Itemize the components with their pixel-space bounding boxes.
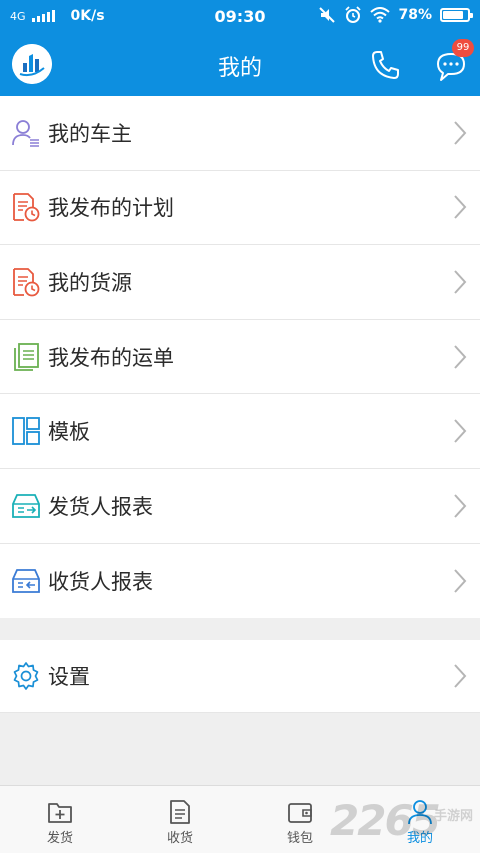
menu-item-templates[interactable]: 模板: [0, 394, 480, 469]
message-badge: 99: [452, 39, 474, 57]
menu-item-receiver-report[interactable]: 收货人报表: [0, 544, 480, 619]
menu-item-my-waybills[interactable]: 我发布的运单: [0, 320, 480, 395]
app-header: 我的 99: [0, 32, 480, 96]
mute-icon: [319, 7, 336, 23]
battery-percent: 78%: [398, 7, 432, 23]
watermark-logo: 2265: [330, 796, 441, 845]
outbox-tray-icon: [12, 493, 40, 518]
settings-item[interactable]: 设置: [0, 640, 480, 713]
chevron-right-icon: [454, 344, 467, 369]
chevron-right-icon: [454, 121, 467, 145]
template-layout-icon: [12, 417, 40, 446]
menu-item-my-plans[interactable]: 我发布的计划: [0, 171, 480, 246]
alarm-icon: [345, 6, 362, 23]
tab-label: 发货: [46, 831, 73, 846]
menu-label: 收货人报表: [48, 569, 153, 594]
menu-label: 模板: [48, 420, 90, 445]
menu-item-shipper-report[interactable]: 发货人报表: [0, 469, 480, 544]
page-title: 我的: [217, 56, 262, 81]
tab-ship[interactable]: 发货: [0, 786, 120, 853]
chevron-right-icon: [454, 270, 467, 294]
document-clock-icon: [13, 268, 40, 297]
settings-label: 设置: [48, 665, 90, 689]
menu-list: 我的车主 我发布的计划 我的货源 我发布的运单 模板 发货人报表 收货人报表: [0, 96, 480, 619]
chevron-right-icon: [454, 494, 467, 518]
status-bar: 4G 0K/s 09:30 78%: [0, 0, 480, 32]
document-clock-icon: [13, 193, 40, 222]
menu-label: 我发布的运单: [48, 345, 174, 370]
menu-label: 我发布的计划: [48, 196, 174, 221]
copy-document-icon: [14, 342, 39, 371]
chevron-right-icon: [454, 569, 467, 593]
chevron-right-icon: [454, 664, 467, 688]
battery-icon: [440, 8, 473, 22]
phone-icon[interactable]: [368, 48, 402, 82]
wifi-icon: [370, 7, 391, 23]
chevron-right-icon: [454, 195, 467, 220]
chevron-right-icon: [454, 419, 467, 443]
menu-label: 我的货源: [48, 270, 132, 295]
menu-item-my-goods[interactable]: 我的货源: [0, 245, 480, 320]
tab-receive[interactable]: 收货: [120, 786, 240, 853]
gear-icon: [13, 662, 39, 690]
menu-label: 发货人报表: [48, 494, 153, 519]
user-list-icon: [12, 119, 39, 147]
menu-item-my-owners[interactable]: 我的车主: [0, 96, 480, 171]
document-icon: [170, 800, 190, 824]
wallet-icon: [288, 803, 312, 823]
menu-label: 我的车主: [48, 121, 132, 146]
inbox-tray-icon: [12, 568, 40, 593]
watermark-text: 手游网: [434, 809, 474, 824]
tab-label: 收货: [166, 831, 193, 846]
folder-plus-icon: [48, 803, 72, 823]
